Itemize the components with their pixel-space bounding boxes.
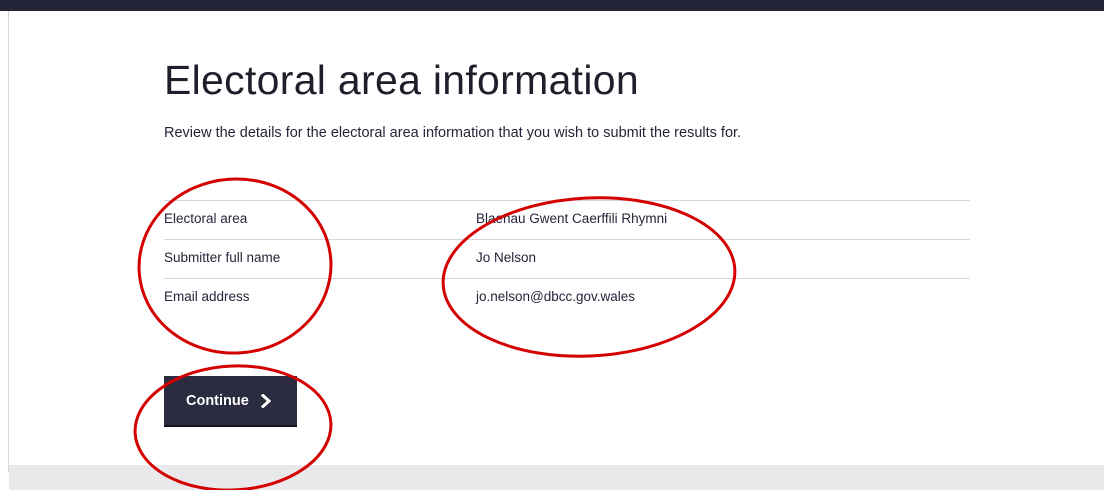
summary-key: Submitter full name — [164, 250, 281, 265]
header-bar — [0, 0, 1104, 11]
summary-value: jo.nelson@dbcc.gov.wales — [476, 289, 636, 304]
continue-button[interactable]: Continue — [164, 376, 297, 425]
summary-row-email: Email address jo.nelson@dbcc.gov.wales — [164, 278, 970, 317]
summary-key: Email address — [164, 289, 250, 304]
summary-list: Electoral area Blaenau Gwent Caerffili R… — [164, 200, 970, 317]
chevron-right-icon — [260, 393, 271, 408]
summary-row-submitter-name: Submitter full name Jo Nelson — [164, 239, 970, 278]
page-title: Electoral area information — [164, 57, 639, 103]
footer-band — [9, 465, 1104, 490]
page: Electoral area information Review the de… — [0, 0, 1104, 490]
continue-button-label: Continue — [186, 392, 249, 409]
left-border — [8, 11, 9, 472]
intro-text: Review the details for the electoral are… — [164, 125, 742, 141]
summary-key: Electoral area — [164, 211, 248, 226]
summary-value: Jo Nelson — [476, 250, 537, 265]
summary-row-electoral-area: Electoral area Blaenau Gwent Caerffili R… — [164, 200, 970, 239]
summary-value: Blaenau Gwent Caerffili Rhymni — [476, 211, 668, 226]
